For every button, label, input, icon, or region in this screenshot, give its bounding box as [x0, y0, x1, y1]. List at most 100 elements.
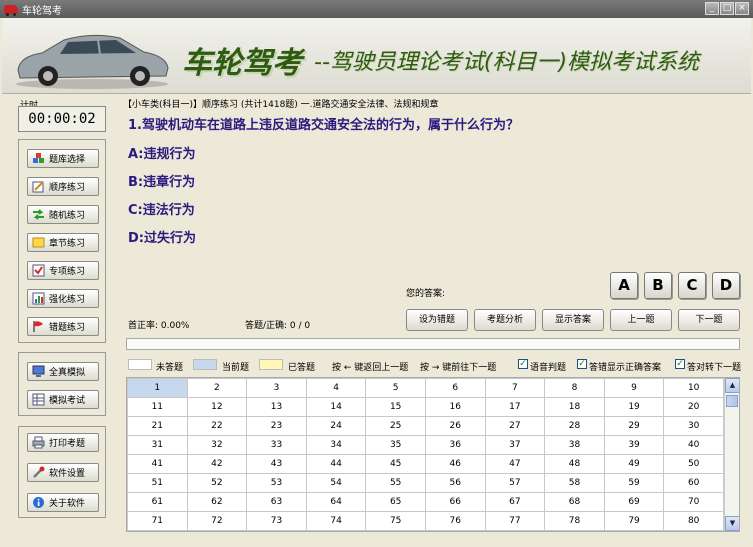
question-cell[interactable]: 24: [305, 416, 367, 436]
next-question-button[interactable]: 下一题: [678, 309, 740, 331]
grid-scrollbar[interactable]: ▲ ▼: [724, 378, 739, 531]
option-a[interactable]: A:违规行为: [128, 143, 196, 162]
mark-wrong-button[interactable]: 设为错题: [406, 309, 468, 331]
question-cell[interactable]: 45: [365, 454, 426, 474]
question-cell[interactable]: 31: [127, 435, 188, 455]
question-cell[interactable]: 72: [186, 511, 248, 531]
question-cell[interactable]: 78: [544, 511, 605, 531]
answer-c-button[interactable]: C: [678, 272, 706, 299]
question-cell[interactable]: 55: [365, 473, 426, 493]
question-cell[interactable]: 66: [424, 492, 486, 512]
question-cell[interactable]: 56: [424, 473, 486, 493]
question-cell[interactable]: 21: [127, 416, 188, 436]
question-cell[interactable]: 7: [484, 378, 546, 398]
question-cell[interactable]: 32: [186, 435, 248, 455]
question-cell[interactable]: 80: [663, 511, 724, 531]
question-cell[interactable]: 38: [544, 435, 605, 455]
question-cell[interactable]: 70: [663, 492, 724, 512]
minimize-button[interactable]: _: [705, 2, 719, 15]
question-cell[interactable]: 37: [484, 435, 546, 455]
question-cell[interactable]: 35: [365, 435, 426, 455]
question-cell[interactable]: 62: [186, 492, 248, 512]
question-cell[interactable]: 44: [305, 454, 367, 474]
question-cell[interactable]: 39: [603, 435, 665, 455]
about-software-button[interactable]: 关于软件: [27, 493, 99, 512]
maximize-button[interactable]: □: [720, 2, 734, 15]
question-cell[interactable]: 57: [484, 473, 546, 493]
previous-question-button[interactable]: 上一题: [610, 309, 672, 331]
question-analysis-button[interactable]: 考题分析: [474, 309, 536, 331]
question-cell[interactable]: 15: [365, 397, 426, 417]
question-cell[interactable]: 28: [544, 416, 605, 436]
question-cell[interactable]: 77: [484, 511, 546, 531]
auto-next-checkbox[interactable]: ✓: [675, 359, 685, 369]
chapter-practice-button[interactable]: 章节练习: [27, 233, 99, 252]
question-cell[interactable]: 9: [603, 378, 665, 398]
question-cell[interactable]: 46: [424, 454, 486, 474]
special-practice-button[interactable]: 专项练习: [27, 261, 99, 280]
sequential-practice-button[interactable]: 顺序练习: [27, 177, 99, 196]
question-cell[interactable]: 79: [603, 511, 665, 531]
question-cell[interactable]: 43: [246, 454, 307, 474]
question-cell[interactable]: 74: [305, 511, 367, 531]
show-answer-button[interactable]: 显示答案: [542, 309, 604, 331]
question-cell[interactable]: 41: [127, 454, 188, 474]
question-cell[interactable]: 53: [246, 473, 307, 493]
question-cell[interactable]: 48: [544, 454, 605, 474]
question-cell[interactable]: 22: [186, 416, 248, 436]
question-cell[interactable]: 63: [246, 492, 307, 512]
question-cell[interactable]: 30: [663, 416, 724, 436]
question-cell[interactable]: 33: [246, 435, 307, 455]
question-cell[interactable]: 2: [186, 378, 248, 398]
question-cell[interactable]: 23: [246, 416, 307, 436]
question-cell[interactable]: 65: [365, 492, 426, 512]
question-cell[interactable]: 58: [544, 473, 605, 493]
question-cell[interactable]: 34: [305, 435, 367, 455]
question-cell[interactable]: 26: [424, 416, 486, 436]
question-cell[interactable]: 3: [246, 378, 307, 398]
question-cell[interactable]: 29: [603, 416, 665, 436]
question-cell[interactable]: 13: [246, 397, 307, 417]
question-cell[interactable]: 76: [424, 511, 486, 531]
question-cell[interactable]: 5: [365, 378, 426, 398]
question-cell[interactable]: 75: [365, 511, 426, 531]
question-cell[interactable]: 40: [663, 435, 724, 455]
question-cell[interactable]: 10: [663, 378, 724, 398]
option-d[interactable]: D:过失行为: [128, 227, 196, 246]
question-cell[interactable]: 16: [424, 397, 486, 417]
show-correct-checkbox[interactable]: ✓: [577, 359, 587, 369]
question-cell[interactable]: 11: [127, 397, 188, 417]
question-cell[interactable]: 36: [424, 435, 486, 455]
question-cell[interactable]: 52: [186, 473, 248, 493]
question-cell[interactable]: 64: [305, 492, 367, 512]
question-cell[interactable]: 51: [127, 473, 188, 493]
question-cell[interactable]: 17: [484, 397, 546, 417]
question-cell[interactable]: 60: [663, 473, 724, 493]
question-cell[interactable]: 67: [484, 492, 546, 512]
print-questions-button[interactable]: 打印考题: [27, 433, 99, 452]
question-cell[interactable]: 59: [603, 473, 665, 493]
question-cell[interactable]: 8: [544, 378, 605, 398]
question-cell[interactable]: 19: [603, 397, 665, 417]
option-b[interactable]: B:违章行为: [128, 171, 195, 190]
question-cell[interactable]: 18: [544, 397, 605, 417]
question-cell[interactable]: 47: [484, 454, 546, 474]
question-cell[interactable]: 61: [127, 492, 188, 512]
question-cell[interactable]: 71: [127, 511, 188, 531]
question-cell[interactable]: 49: [603, 454, 665, 474]
scroll-down-arrow[interactable]: ▼: [725, 516, 739, 531]
voice-checkbox[interactable]: ✓: [518, 359, 528, 369]
software-settings-button[interactable]: 软件设置: [27, 463, 99, 482]
question-cell[interactable]: 73: [246, 511, 307, 531]
scroll-thumb[interactable]: [726, 395, 738, 407]
question-cell[interactable]: 27: [484, 416, 546, 436]
question-cell[interactable]: 54: [305, 473, 367, 493]
random-practice-button[interactable]: 随机练习: [27, 205, 99, 224]
question-bank-button[interactable]: 题库选择: [27, 149, 99, 168]
question-cell[interactable]: 6: [424, 378, 486, 398]
question-cell[interactable]: 20: [663, 397, 724, 417]
question-cell[interactable]: 68: [544, 492, 605, 512]
scroll-up-arrow[interactable]: ▲: [725, 378, 739, 393]
mock-exam-button[interactable]: 模拟考试: [27, 390, 99, 409]
intensive-practice-button[interactable]: 强化练习: [27, 289, 99, 308]
